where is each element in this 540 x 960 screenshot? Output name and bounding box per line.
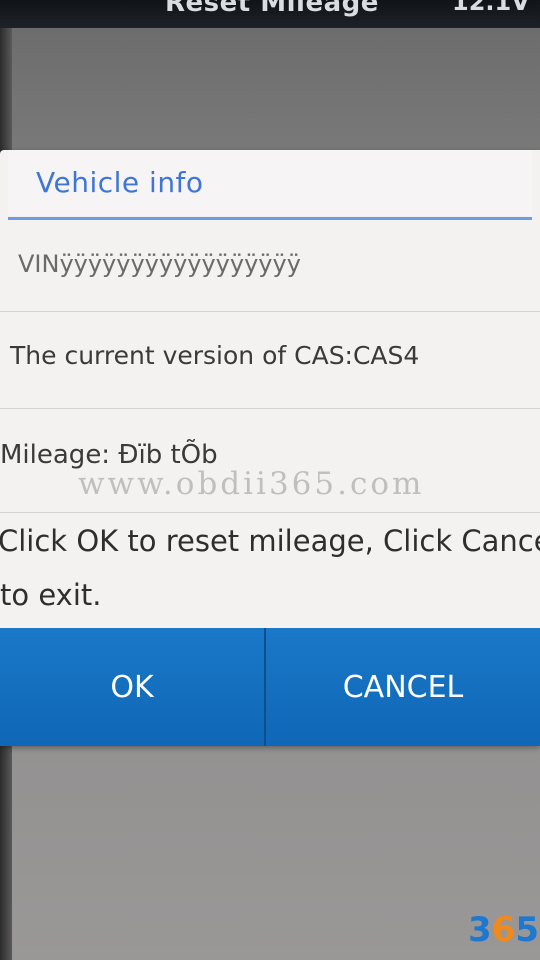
brand-logo: 365 bbox=[468, 910, 539, 950]
logo-digit: 3 bbox=[468, 910, 492, 950]
cas-version-text: The current version of CAS:CAS4 bbox=[10, 341, 420, 370]
button-divider bbox=[264, 628, 266, 746]
message-line-2: to exit. bbox=[0, 578, 102, 612]
screen: Reset Mileage 12.1V Vehicle info VINÿÿÿÿ… bbox=[0, 0, 540, 960]
dialog-title: Vehicle info bbox=[36, 166, 204, 199]
header-bar: Reset Mileage 12.1V bbox=[0, 0, 540, 28]
watermark: www.obdii365.com bbox=[78, 466, 425, 502]
cancel-button[interactable]: CANCEL bbox=[266, 628, 540, 746]
row-divider bbox=[0, 311, 540, 312]
page-title: Reset Mileage bbox=[165, 0, 379, 18]
voltage-readout: 12.1V bbox=[452, 0, 530, 16]
row-divider bbox=[0, 408, 540, 409]
message-line-1: Click OK to reset mileage, Click Cance bbox=[0, 524, 540, 558]
ok-button[interactable]: OK bbox=[0, 628, 264, 746]
dialog-button-row: OK CANCEL bbox=[0, 628, 540, 746]
row-divider bbox=[0, 512, 540, 513]
logo-digit: 5 bbox=[515, 910, 540, 950]
logo-digit: 6 bbox=[491, 910, 516, 950]
vin-text: VINÿÿÿÿÿÿÿÿÿÿÿÿÿÿÿÿÿ bbox=[18, 250, 301, 278]
title-divider bbox=[8, 217, 532, 220]
